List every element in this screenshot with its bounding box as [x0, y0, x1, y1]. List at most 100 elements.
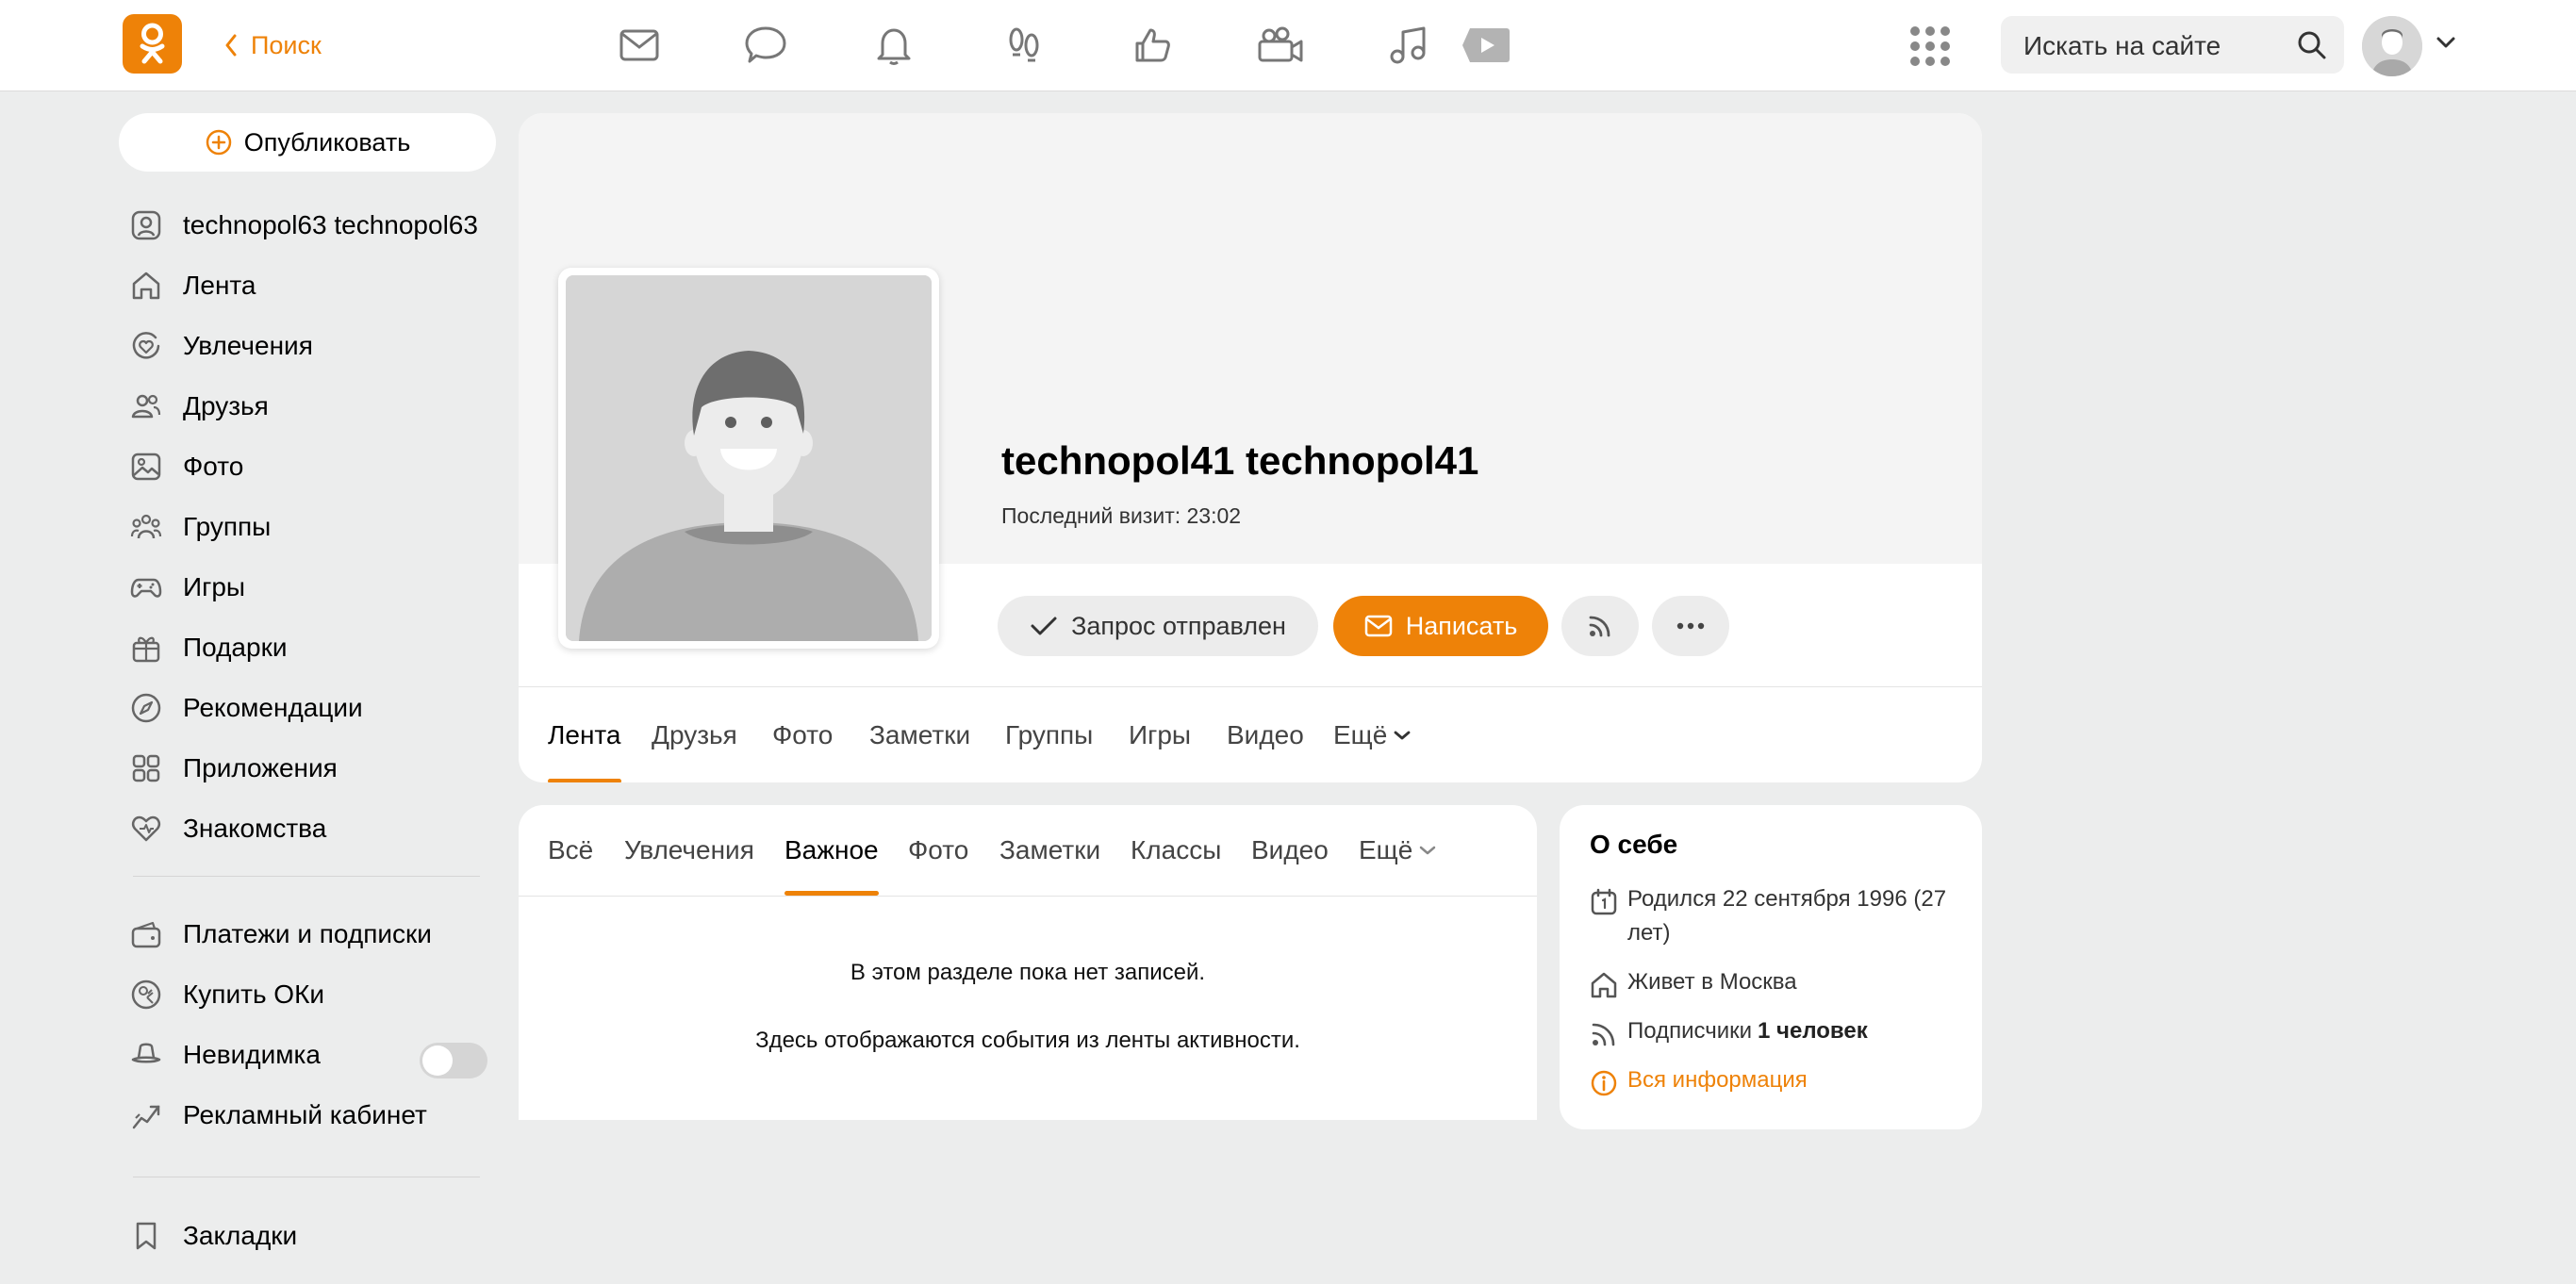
sidebar-item-profile[interactable]: technopol63 technopol63 [130, 202, 478, 249]
request-label: Запрос отправлен [1071, 611, 1286, 640]
ok-logo[interactable] [123, 14, 182, 74]
subscribe-button[interactable] [1561, 596, 1639, 656]
lives-prefix: Живет в [1627, 969, 1714, 995]
sidebar-item-ads[interactable]: Рекламный кабинет [130, 1092, 427, 1139]
sidebar-item-hobbies[interactable]: Увлечения [130, 322, 313, 370]
tab-friends[interactable]: Друзья [652, 687, 737, 782]
sidebar-item-apps[interactable]: Приложения [130, 745, 338, 792]
publish-button[interactable]: Опубликовать [119, 113, 496, 172]
sidebar-item-label: Друзья [183, 391, 269, 420]
about-title: О себе [1590, 830, 1678, 859]
feed-tab-more-label: Ещё [1359, 835, 1413, 864]
followers-count[interactable]: 1 человек [1758, 1014, 1868, 1048]
groups-icon [130, 514, 162, 539]
friend-request-sent-button[interactable]: Запрос отправлен [998, 596, 1318, 656]
followers-info: Подписчики 1 человек [1590, 1014, 1957, 1048]
all-info-link[interactable]: Вся информация [1590, 1063, 1957, 1097]
music-icon[interactable] [1382, 19, 1435, 72]
sidebar-item-label: Знакомства [183, 814, 327, 843]
tab-more-label: Ещё [1333, 720, 1388, 749]
sidebar-item-label: Увлечения [183, 331, 313, 360]
feed-tab-notes[interactable]: Заметки [999, 805, 1100, 896]
sidebar-item-label: Купить ОКи [183, 979, 325, 1009]
default-avatar-image [566, 275, 932, 641]
sidebar-item-bookmarks[interactable]: Закладки [130, 1212, 297, 1259]
feed-tab-hobbies[interactable]: Увлечения [624, 805, 754, 896]
more-actions-button[interactable] [1652, 596, 1729, 656]
likes-icon[interactable] [1126, 19, 1179, 72]
tab-games[interactable]: Игры [1129, 687, 1191, 782]
friends-icon [131, 394, 161, 419]
apps-menu-icon[interactable] [1907, 23, 1954, 70]
sidebar-item-friends[interactable]: Друзья [130, 383, 269, 430]
sidebar-item-payments[interactable]: Платежи и подписки [130, 911, 432, 958]
chevron-down-icon[interactable] [2436, 36, 2456, 49]
user-profile-icon [131, 210, 161, 240]
tab-groups[interactable]: Группы [1005, 687, 1093, 782]
back-to-search[interactable]: Поиск [224, 26, 322, 64]
feed-tab-likes[interactable]: Классы [1131, 805, 1221, 896]
sidebar-item-label: Приложения [183, 753, 338, 782]
sidebar-item-dating[interactable]: Знакомства [130, 805, 326, 852]
apps-grid-icon [132, 754, 160, 782]
toggle-knob [422, 1045, 453, 1076]
invisible-toggle[interactable] [420, 1043, 487, 1078]
sidebar-item-groups[interactable]: Группы [130, 503, 271, 551]
more-dots-icon [1676, 622, 1705, 630]
sidebar-item-feed[interactable]: Лента [130, 262, 256, 309]
dating-heart-icon [131, 815, 161, 842]
plus-circle-icon [206, 129, 231, 156]
top-bar: Поиск [0, 0, 2576, 91]
back-label: Поиск [251, 30, 322, 59]
feed-tab-video[interactable]: Видео [1251, 805, 1329, 896]
sidebar-item-label: Подарки [183, 633, 288, 662]
ads-chart-icon [132, 1105, 160, 1129]
bookmark-icon [136, 1222, 157, 1250]
feed-tab-photo[interactable]: Фото [908, 805, 968, 896]
tab-more[interactable]: Ещё [1333, 687, 1412, 782]
message-icon[interactable] [613, 19, 666, 72]
feed-tab-all[interactable]: Всё [548, 805, 593, 896]
write-label: Написать [1405, 611, 1518, 640]
search-input[interactable] [2022, 16, 2289, 75]
sidebar-item-label: Лента [183, 271, 256, 300]
search-icon[interactable] [2297, 30, 2327, 60]
empty-feed-hint: Здесь отображаются события из ленты акти… [755, 1028, 1300, 1053]
sidebar-item-games[interactable]: Игры [130, 564, 245, 611]
birth-text: Родился 22 сентября 1996 (27 лет) [1627, 886, 1947, 946]
home-icon [132, 272, 160, 300]
user-avatar[interactable] [2362, 16, 2422, 76]
sidebar-item-label: Рекомендации [183, 693, 363, 722]
tab-feed[interactable]: Лента [548, 687, 621, 782]
chevron-left-icon [225, 34, 237, 57]
envelope-icon [1364, 615, 1392, 637]
sidebar-item-photo[interactable]: Фото [130, 443, 243, 490]
all-info-label[interactable]: Вся информация [1627, 1063, 1808, 1097]
sidebar-item-label: Игры [183, 572, 246, 601]
gamepad-icon [130, 578, 162, 598]
rss-icon [1589, 616, 1610, 637]
last-visit: Последний визит: 23:02 [1001, 503, 1242, 528]
feed-tab-more[interactable]: Ещё [1359, 805, 1437, 896]
sidebar-item-gifts[interactable]: Подарки [130, 624, 287, 671]
sidebar-item-invisible[interactable]: Невидимка [130, 1031, 321, 1078]
video-icon[interactable] [1460, 19, 1512, 72]
sidebar-item-buy-ok[interactable]: Купить ОКи [130, 971, 324, 1018]
followers-prefix: Подписчики [1627, 1018, 1753, 1044]
video-calls-icon[interactable] [1254, 19, 1307, 72]
profile-photo[interactable] [558, 268, 939, 649]
write-message-button[interactable]: Написать [1333, 596, 1548, 656]
home-icon [1591, 972, 1617, 998]
location-info: Живет в Москва [1590, 965, 1957, 999]
site-search [2001, 16, 2344, 75]
tab-video[interactable]: Видео [1227, 687, 1304, 782]
feed-tab-important[interactable]: Важное [784, 805, 879, 896]
photo-icon [131, 453, 161, 481]
compass-icon [131, 693, 161, 723]
tab-notes[interactable]: Заметки [869, 687, 970, 782]
guests-icon[interactable] [998, 19, 1050, 72]
sidebar-item-recommendations[interactable]: Рекомендации [130, 684, 363, 732]
notifications-icon[interactable] [867, 19, 920, 72]
discussions-icon[interactable] [741, 19, 794, 72]
tab-photo[interactable]: Фото [772, 687, 833, 782]
